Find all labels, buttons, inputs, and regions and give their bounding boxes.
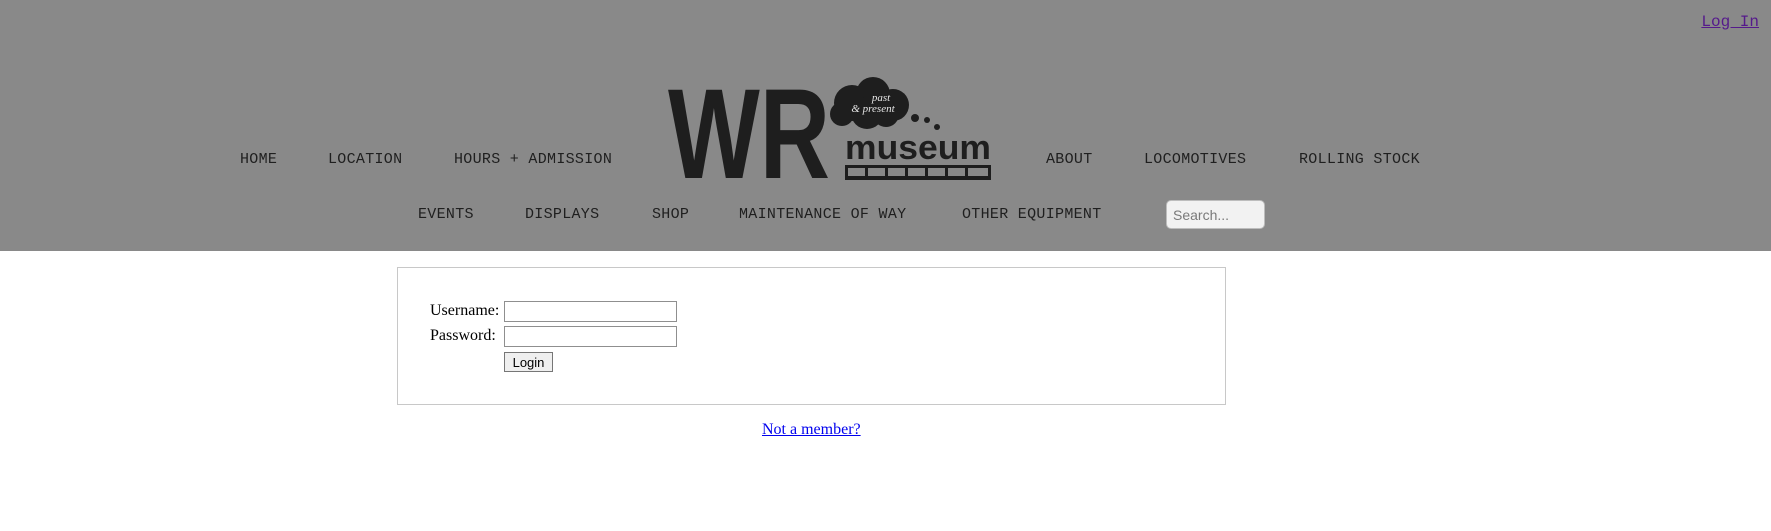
logo-letters: WR	[668, 74, 830, 182]
nav-other-equipment[interactable]: OTHER EQUIPMENT	[962, 206, 1102, 223]
search-input[interactable]	[1166, 200, 1265, 229]
nav-rolling-stock[interactable]: ROLLING STOCK	[1299, 151, 1420, 168]
nav-hours-admission[interactable]: HOURS + ADMISSION	[454, 151, 612, 168]
nav-maintenance-of-way[interactable]: MAINTENANCE OF WAY	[739, 206, 906, 223]
nav-home[interactable]: HOME	[240, 151, 277, 168]
nav-shop[interactable]: SHOP	[652, 206, 689, 223]
username-input[interactable]	[504, 301, 677, 322]
password-label: Password:	[430, 327, 496, 344]
site-header: Log In HOME LOCATION HOURS + ADMISSION A…	[0, 0, 1771, 251]
nav-location[interactable]: LOCATION	[328, 151, 402, 168]
wr-museum-logo[interactable]: WR past & present museum	[668, 74, 994, 182]
rail-track-icon	[845, 165, 991, 180]
username-label: Username:	[430, 302, 500, 319]
nav-about[interactable]: ABOUT	[1046, 151, 1093, 168]
logo-word: museum	[845, 129, 991, 167]
nav-displays[interactable]: DISPLAYS	[525, 206, 599, 223]
logo-cloud-text-present: & present	[851, 103, 895, 115]
login-link[interactable]: Log In	[1701, 13, 1759, 31]
not-a-member-link[interactable]: Not a member?	[762, 421, 861, 439]
nav-events[interactable]: EVENTS	[418, 206, 474, 223]
login-button[interactable]: Login	[504, 352, 553, 372]
nav-locomotives[interactable]: LOCOMOTIVES	[1144, 151, 1246, 168]
password-input[interactable]	[504, 326, 677, 347]
